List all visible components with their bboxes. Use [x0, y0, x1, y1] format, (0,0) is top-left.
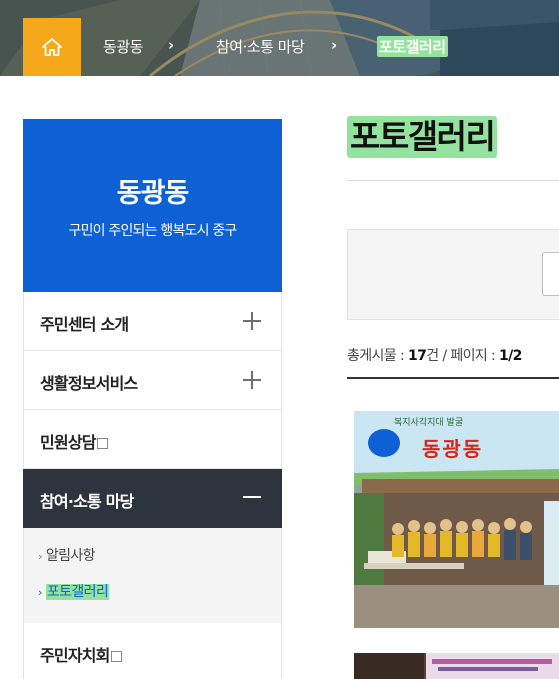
sidebar-item-label: 생활정보서비스 — [40, 374, 138, 393]
photo-banner-title: 동광동 — [422, 437, 484, 461]
breadcrumb-item-participation[interactable]: 참여·소통 마당 — [216, 36, 305, 57]
gallery-photo-image — [354, 653, 559, 679]
plus-icon — [243, 371, 261, 389]
sidebar-item-text: 민원상담 — [40, 433, 96, 452]
search-area — [347, 229, 559, 320]
count-prefix: 총게시물 : — [347, 348, 408, 364]
divider — [347, 180, 559, 181]
sidebar-slogan: 구민이 주인되는 행복도시 중구 — [68, 223, 238, 239]
sidebar-item-label: 참여·소통 마당 — [40, 492, 134, 511]
plus-icon — [243, 312, 261, 330]
gallery-photo-thumbnail[interactable]: 동광동 복지사각지대 발굴 — [354, 411, 559, 628]
sidebar-item-participation[interactable]: 참여·소통 마당 — [23, 469, 282, 528]
home-icon — [42, 38, 62, 56]
submenu-item-label: 알림사항 — [45, 548, 96, 564]
breadcrumb-item-current[interactable]: 포토갤러리 — [377, 36, 448, 57]
top-banner: 동광동 › 참여·소통 마당 › 포토갤러리 — [0, 0, 559, 76]
breadcrumb-item-dong[interactable]: 동광동 — [103, 36, 143, 57]
sidebar-item-label: 주민센터 소개 — [40, 315, 129, 334]
submenu-item-label: 포토갤러리 — [45, 584, 110, 600]
page-title: 포토갤러리 — [347, 116, 498, 158]
chevron-right-icon: › — [38, 550, 42, 563]
home-button[interactable] — [23, 18, 81, 76]
page-prefix: / 페이지 : — [438, 348, 499, 364]
page-number: 1/2 — [499, 348, 522, 364]
breadcrumb-separator: › — [168, 36, 175, 54]
sidebar-item-label: 주민자치회 — [40, 642, 122, 666]
breadcrumb-separator: › — [331, 36, 338, 54]
count-unit: 건 — [426, 348, 439, 364]
sidebar-item-label: 민원상담 — [40, 429, 108, 453]
external-link-icon — [110, 651, 122, 662]
sidebar-item-civil-consult[interactable]: 민원상담 — [23, 410, 282, 469]
sidebar-item-living-info[interactable]: 생활정보서비스 — [23, 351, 282, 410]
submenu-item-notice[interactable]: › 알림사항 — [38, 545, 96, 565]
sidebar-submenu: › 알림사항 › 포토갤러리 — [23, 528, 282, 623]
sidebar-header: 동광동 구민이 주인되는 행복도시 중구 — [23, 119, 282, 292]
gallery-photo-thumbnail[interactable] — [354, 653, 559, 679]
sidebar-item-center-intro[interactable]: 주민센터 소개 — [23, 292, 282, 351]
chevron-right-icon: › — [38, 586, 42, 599]
sidebar-site-name: 동광동 — [116, 178, 190, 209]
list-top-border — [347, 377, 559, 379]
post-count: 총게시물 : 17건 / 페이지 : 1/2 — [347, 345, 522, 365]
search-input[interactable] — [542, 252, 559, 296]
minus-icon — [243, 496, 261, 498]
sidebar-item-text: 주민자치회 — [40, 646, 110, 665]
external-link-icon — [96, 438, 108, 449]
count-total: 17 — [407, 348, 427, 364]
submenu-item-photo-gallery[interactable]: › 포토갤러리 — [38, 581, 110, 601]
sidebar-item-resident-council[interactable]: 주민자치회 — [23, 623, 282, 679]
photo-banner-subtitle: 복지사각지대 발굴 — [394, 418, 464, 428]
